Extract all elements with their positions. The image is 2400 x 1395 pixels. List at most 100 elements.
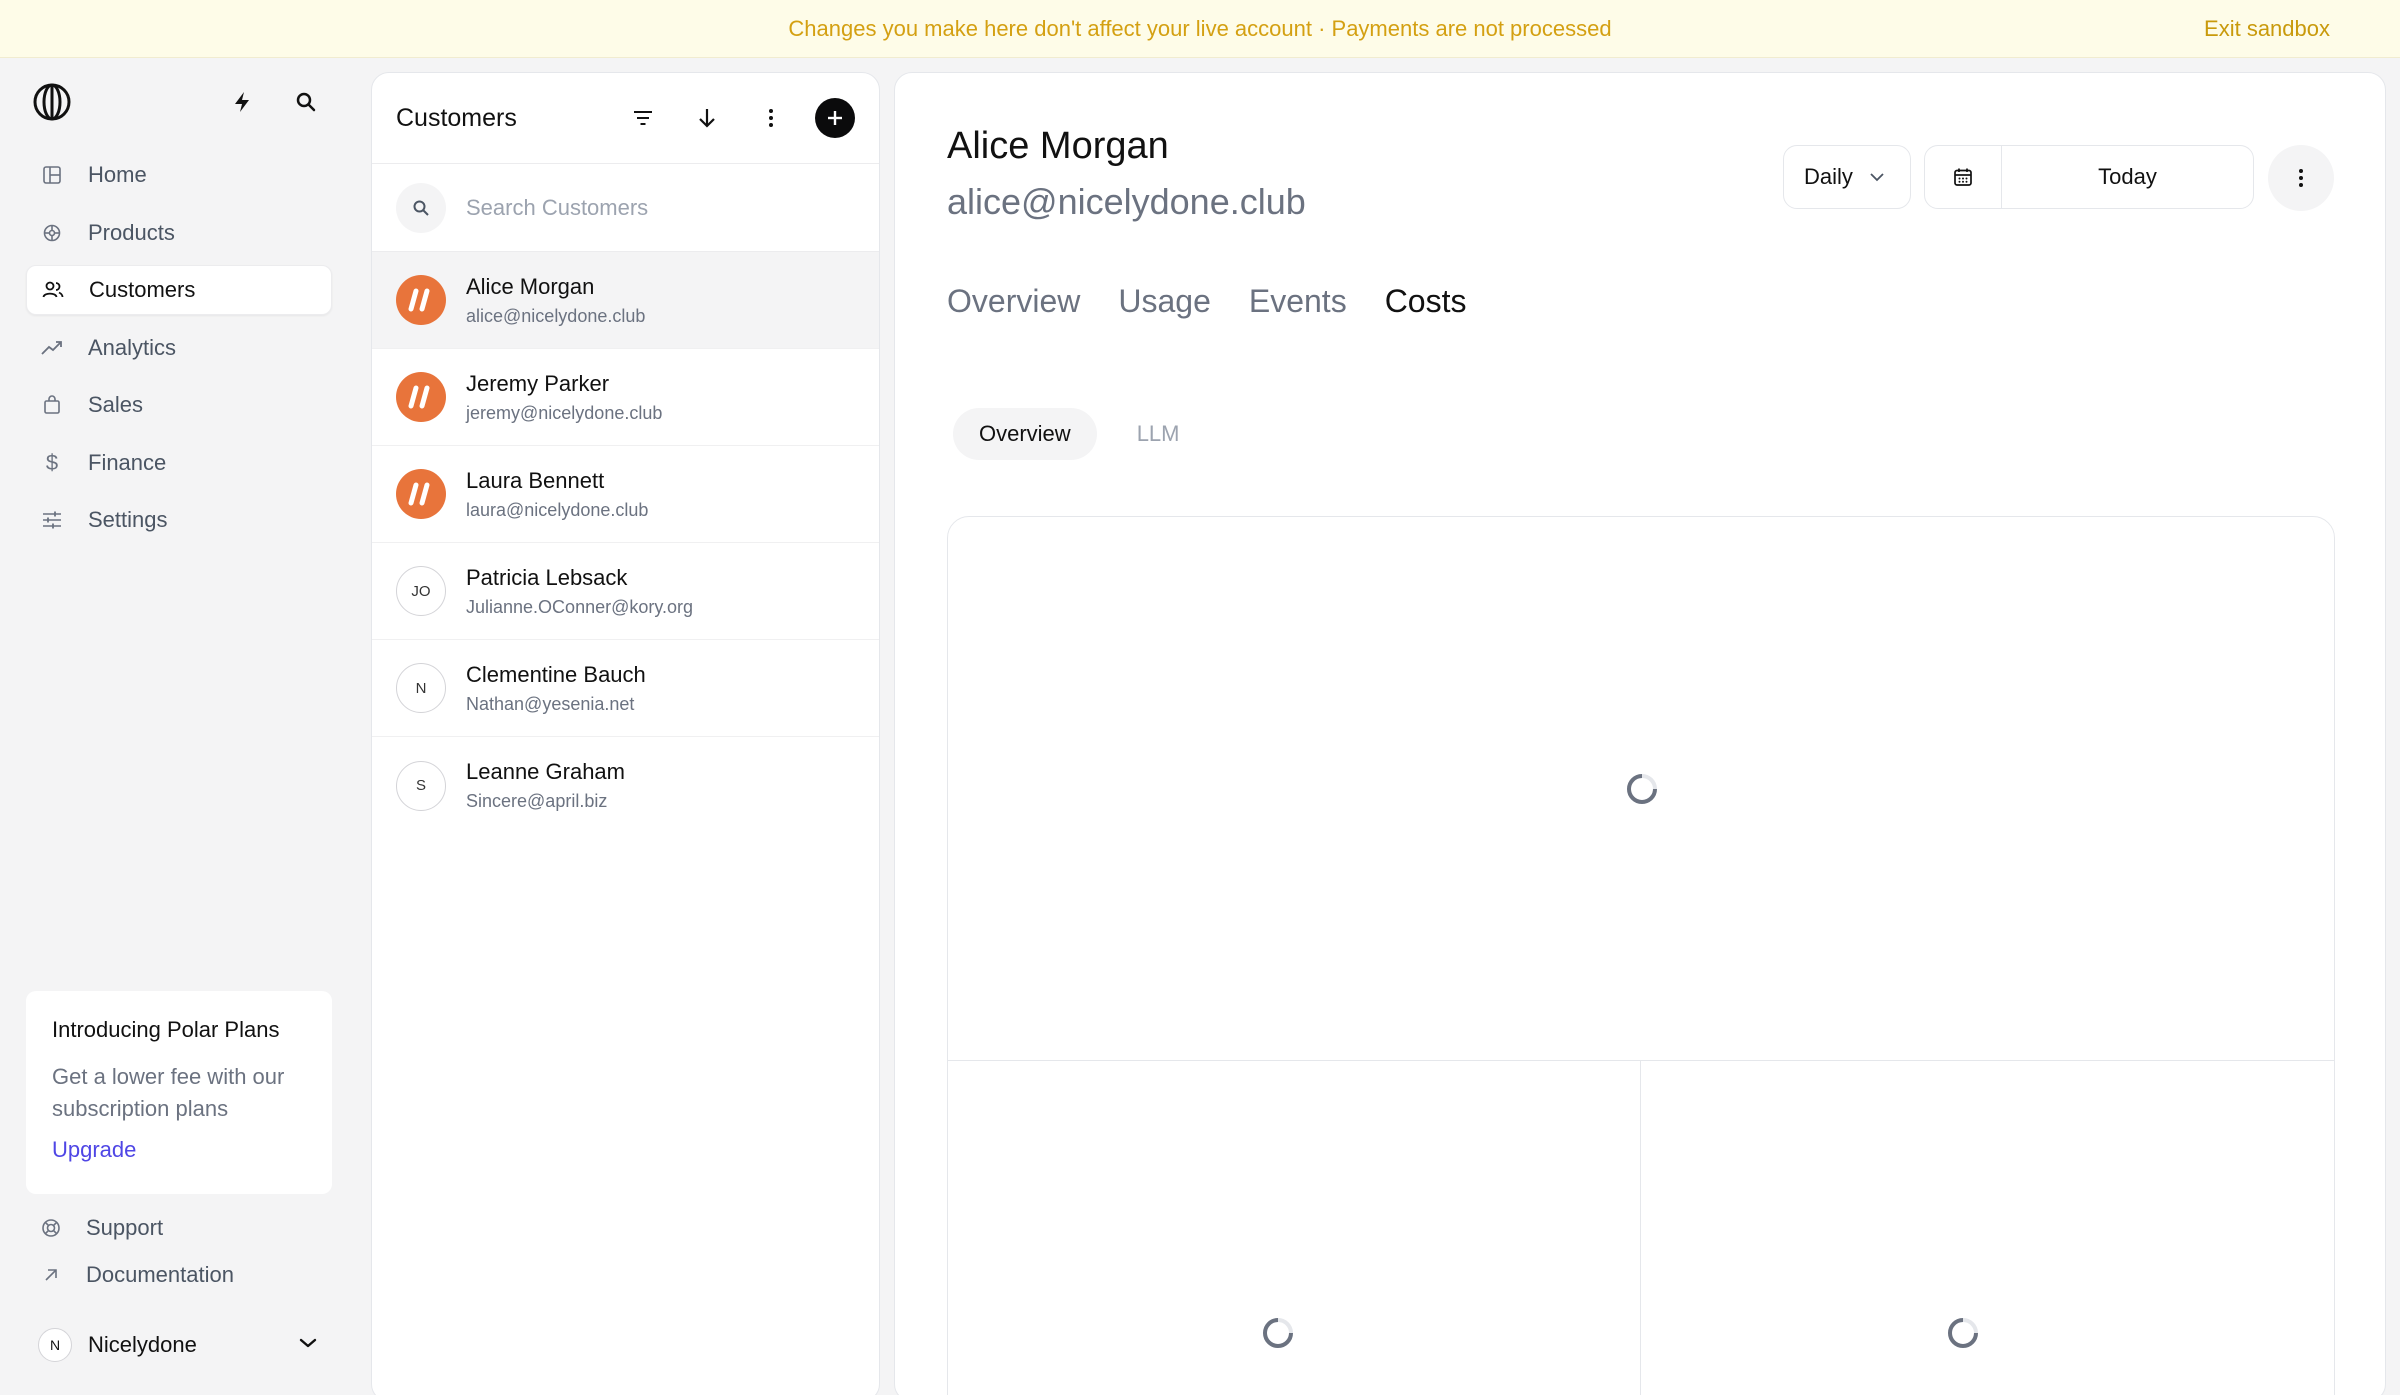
sort-arrow-down-icon[interactable] xyxy=(687,98,727,138)
customer-email: laura@nicelydone.club xyxy=(466,499,649,520)
filter-icon[interactable] xyxy=(623,98,663,138)
promo-text: Get a lower fee with our subscription pl… xyxy=(52,1064,285,1121)
customer-name: Patricia Lebsack xyxy=(466,564,628,590)
sidebar-item-label: Sales xyxy=(88,392,144,417)
customer-name: Leanne Graham xyxy=(466,759,625,784)
subtab-llm[interactable]: LLM xyxy=(1111,408,1206,460)
customer-detail-panel: Alice Morgan alice@nicelydone.club Daily… xyxy=(894,72,2386,1395)
customer-row[interactable]: Laura Bennett laura@nicelydone.club xyxy=(372,446,879,543)
detail-tabs: Overview Usage Events Costs xyxy=(947,283,1504,320)
products-icon xyxy=(40,221,64,245)
sidebar-item-analytics[interactable]: Analytics xyxy=(26,323,332,373)
customer-search xyxy=(372,164,879,252)
add-customer-button[interactable] xyxy=(815,98,855,138)
brand-avatar-icon xyxy=(396,275,446,325)
customer-row[interactable]: N Clementine Bauch Nathan@yesenia.net xyxy=(372,640,879,737)
home-icon xyxy=(40,163,64,187)
customer-row[interactable]: Alice Morgan alice@nicelydone.club xyxy=(372,252,879,349)
customer-avatar: N xyxy=(396,663,446,713)
brand-avatar-icon xyxy=(396,469,446,519)
more-vertical-icon[interactable] xyxy=(751,98,791,138)
tab-usage[interactable]: Usage xyxy=(1118,283,1211,320)
main-nav: Home Products Customers Analytics Sales … xyxy=(26,150,332,553)
customer-detail-name: Alice Morgan xyxy=(947,125,1169,167)
interval-select[interactable]: Daily xyxy=(1783,145,1911,209)
org-name: Nicelydone xyxy=(88,1332,197,1357)
customer-avatar: JO xyxy=(396,566,446,616)
sidebar-item-finance[interactable]: $ Finance xyxy=(26,438,332,488)
more-vertical-icon[interactable] xyxy=(2268,145,2334,211)
sidebar-item-label: Analytics xyxy=(88,334,177,360)
sidebar-item-label: Products xyxy=(88,219,175,245)
customer-name: Jeremy Parker xyxy=(466,370,610,396)
customer-detail-email: alice@nicelydone.club xyxy=(947,181,1306,222)
sandbox-banner: Changes you make here don't affect your … xyxy=(0,0,2400,58)
lifebuoy-icon xyxy=(40,1217,62,1239)
customer-row[interactable]: JO Patricia Lebsack Julianne.OConner@kory… xyxy=(372,543,879,640)
customers-header: Customers xyxy=(372,73,879,164)
date-range-label: Today xyxy=(2098,164,2157,189)
loading-spinner-icon xyxy=(1263,1318,1293,1348)
documentation-link[interactable]: Documentation xyxy=(40,1262,234,1288)
customer-row[interactable]: Jeremy Parker jeremy@nicelydone.club xyxy=(372,349,879,446)
customer-email: alice@nicelydone.club xyxy=(466,305,646,326)
trend-icon xyxy=(40,336,64,360)
customer-name: Laura Bennett xyxy=(466,467,605,493)
sidebar-item-label: Customers xyxy=(89,277,196,302)
tab-overview[interactable]: Overview xyxy=(947,283,1080,320)
sidebar-item-products[interactable]: Products xyxy=(26,208,332,258)
exit-sandbox-link[interactable]: Exit sandbox xyxy=(2204,0,2330,58)
bolt-icon[interactable] xyxy=(228,88,256,116)
support-link[interactable]: Support xyxy=(40,1215,163,1241)
customer-name: Alice Morgan xyxy=(466,273,595,299)
search-input[interactable] xyxy=(466,194,846,221)
left-sidebar: Home Products Customers Analytics Sales … xyxy=(0,58,370,1395)
date-range-picker[interactable]: Today xyxy=(1924,145,2254,209)
sidebar-item-home[interactable]: Home xyxy=(26,150,332,200)
loading-spinner-icon xyxy=(1627,774,1657,804)
search-icon xyxy=(396,182,446,233)
interval-value: Daily xyxy=(1804,164,1853,189)
sliders-icon xyxy=(40,508,64,532)
upgrade-link[interactable]: Upgrade xyxy=(52,1137,136,1163)
support-label: Support xyxy=(86,1215,164,1240)
search-icon[interactable] xyxy=(292,88,320,116)
users-icon xyxy=(41,278,65,302)
bag-icon xyxy=(40,393,64,417)
org-avatar: N xyxy=(38,1328,72,1362)
loading-spinner-icon xyxy=(1948,1318,1978,1348)
customer-name: Clementine Bauch xyxy=(466,661,646,687)
customer-email: Sincere@april.biz xyxy=(466,791,608,811)
sidebar-item-label: Settings xyxy=(88,507,168,532)
brand-avatar-icon xyxy=(396,372,446,422)
polar-logo-icon[interactable] xyxy=(32,82,72,122)
sidebar-item-customers[interactable]: Customers xyxy=(26,265,332,315)
calendar-icon xyxy=(1925,146,2002,208)
cost-subtabs: Overview LLM xyxy=(953,408,1219,460)
customer-email: jeremy@nicelydone.club xyxy=(466,402,663,423)
customer-email: Nathan@yesenia.net xyxy=(466,693,635,714)
customer-avatar: S xyxy=(396,760,446,811)
secondary-chart-panel-left xyxy=(948,1061,1641,1395)
secondary-chart-panel-right xyxy=(1641,1061,2334,1395)
tab-events[interactable]: Events xyxy=(1249,283,1347,320)
sandbox-message: Changes you make here don't affect your … xyxy=(788,15,1612,41)
documentation-label: Documentation xyxy=(86,1262,234,1287)
dollar-icon: $ xyxy=(45,449,59,475)
customer-row[interactable]: S Leanne Graham Sincere@april.biz xyxy=(372,737,879,834)
sidebar-item-settings[interactable]: Settings xyxy=(26,495,332,545)
tab-costs[interactable]: Costs xyxy=(1385,283,1467,320)
polar-plans-promo: Introducing Polar Plans Get a lower fee … xyxy=(26,991,332,1194)
main-chart-panel xyxy=(948,517,2334,1061)
promo-title: Introducing Polar Plans xyxy=(52,1017,280,1042)
customers-panel: Customers Alice Morgan alice@nicelydone.c… xyxy=(371,72,880,1395)
chevron-down-icon xyxy=(1869,172,1885,182)
subtab-overview[interactable]: Overview xyxy=(953,408,1097,460)
sidebar-item-sales[interactable]: Sales xyxy=(26,380,332,430)
organization-switcher[interactable]: N Nicelydone xyxy=(38,1323,318,1367)
customer-email: Julianne.OConner@kory.org xyxy=(466,596,694,617)
arrow-up-right-icon xyxy=(40,1264,62,1286)
chevron-down-icon xyxy=(298,1336,318,1354)
customers-title: Customers xyxy=(396,103,517,132)
costs-chart-container xyxy=(947,516,2335,1395)
